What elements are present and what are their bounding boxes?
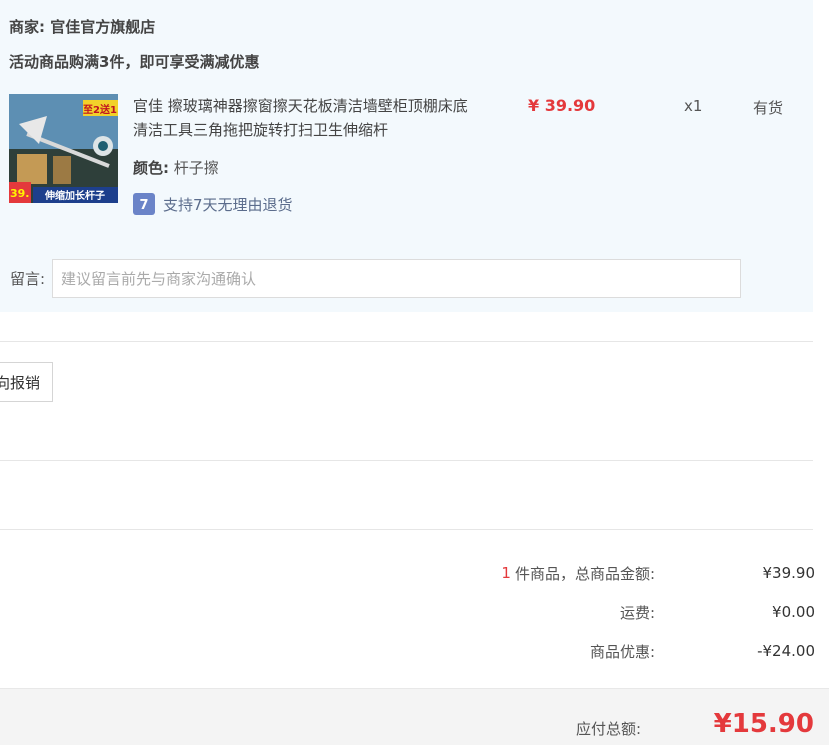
shipping-label: 运费: xyxy=(619,603,655,622)
summary-discount-row: 商品优惠: -¥24.00 xyxy=(455,640,815,662)
product-attribute: 颜色: 杆子擦 xyxy=(133,157,219,178)
shop-label: 商家: xyxy=(9,18,45,36)
discount-label: 商品优惠: xyxy=(589,642,655,661)
summary-items-row: 1 件商品，总商品金额: ¥39.90 xyxy=(455,562,815,584)
stock-status: 有货 xyxy=(753,99,784,117)
summary-shipping-row: 运费: ¥0.00 xyxy=(455,601,815,623)
product-price: ¥ 39.90 xyxy=(528,96,596,115)
discount-value: -¥24.00 xyxy=(757,642,815,660)
payable-amount: ¥15.90 xyxy=(713,709,814,739)
shop-name-row: 商家: 官佳官方旗舰店 xyxy=(9,16,155,37)
invoice-button[interactable]: 向报销 xyxy=(0,362,53,402)
seven-day-return-icon: 7 xyxy=(133,193,155,215)
product-title[interactable]: 官佳 擦玻璃神器擦窗擦天花板清洁墙壁柜顶棚床底清洁工具三角拖把旋转打扫卫生伸缩杆 xyxy=(133,94,473,142)
return-icon-text: 7 xyxy=(139,198,148,213)
note-label: 留言: xyxy=(10,270,46,288)
payable-bar: 应付总额: ¥15.90 xyxy=(0,688,829,745)
return-policy[interactable]: 7 支持7天无理由退货 xyxy=(133,193,293,215)
shop-name[interactable]: 官佳官方旗舰店 xyxy=(50,18,155,36)
divider xyxy=(0,529,813,530)
product-image-graphic: 至2送1 39. 伸缩加长杆子 xyxy=(9,94,118,203)
promo-text: 活动商品购满3件，即可享受满减优惠 xyxy=(9,53,260,71)
divider xyxy=(0,460,813,461)
shop-order-block: 商家: 官佳官方旗舰店 活动商品购满3件，即可享受满减优惠 至2送1 39. 伸… xyxy=(0,0,813,312)
image-banner-text: 伸缩加长杆子 xyxy=(44,189,105,202)
image-price-text: 39. xyxy=(10,187,30,200)
attr-value: 杆子擦 xyxy=(173,159,219,177)
payable-label: 应付总额: xyxy=(575,720,641,738)
item-count: 1 xyxy=(501,564,511,582)
divider xyxy=(0,341,813,342)
items-total-value: ¥39.90 xyxy=(762,564,816,582)
product-image[interactable]: 至2送1 39. 伸缩加长杆子 xyxy=(9,94,118,203)
product-quantity: x1 xyxy=(684,97,703,115)
shipping-value: ¥0.00 xyxy=(772,603,815,621)
items-total-label: 件商品，总商品金额: xyxy=(514,564,655,583)
attr-label: 颜色: xyxy=(133,159,169,177)
return-policy-text: 支持7天无理由退货 xyxy=(163,195,293,214)
image-badge-text: 至2送1 xyxy=(83,103,117,116)
note-input[interactable] xyxy=(52,259,741,298)
